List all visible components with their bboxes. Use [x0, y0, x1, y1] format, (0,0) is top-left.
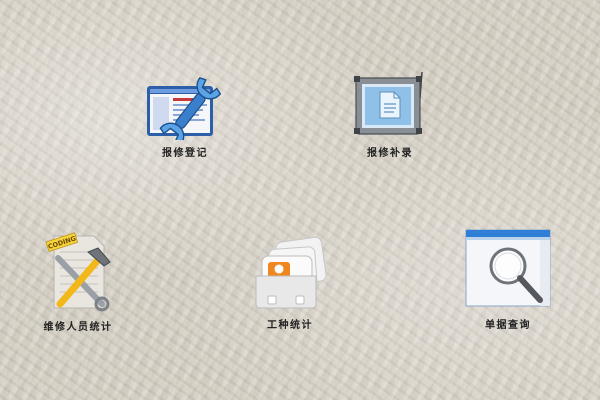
tile-repair-record[interactable]: 报修补录 — [330, 70, 450, 159]
magnifier-window-icon — [465, 229, 551, 307]
browser-wrench-icon — [147, 76, 222, 140]
tile-document-query[interactable]: 单据查询 — [448, 228, 568, 331]
tile-staff-statistics[interactable]: CODING 维修人员统计 — [18, 230, 138, 333]
contact-cards-icon — [255, 236, 327, 309]
tile-label: 工种统计 — [267, 320, 313, 331]
tile-label: 报修补录 — [367, 148, 413, 159]
tile-label: 维修人员统计 — [43, 322, 113, 333]
hammer-wrench-icon: CODING — [45, 232, 111, 312]
tile-work-type-statistics[interactable]: 工种统计 — [230, 232, 350, 331]
document-monitor-icon — [354, 71, 423, 135]
tile-label: 单据查询 — [485, 320, 531, 331]
tile-repair-register[interactable]: 报修登记 — [125, 70, 245, 159]
tile-label: 报修登记 — [162, 148, 208, 159]
